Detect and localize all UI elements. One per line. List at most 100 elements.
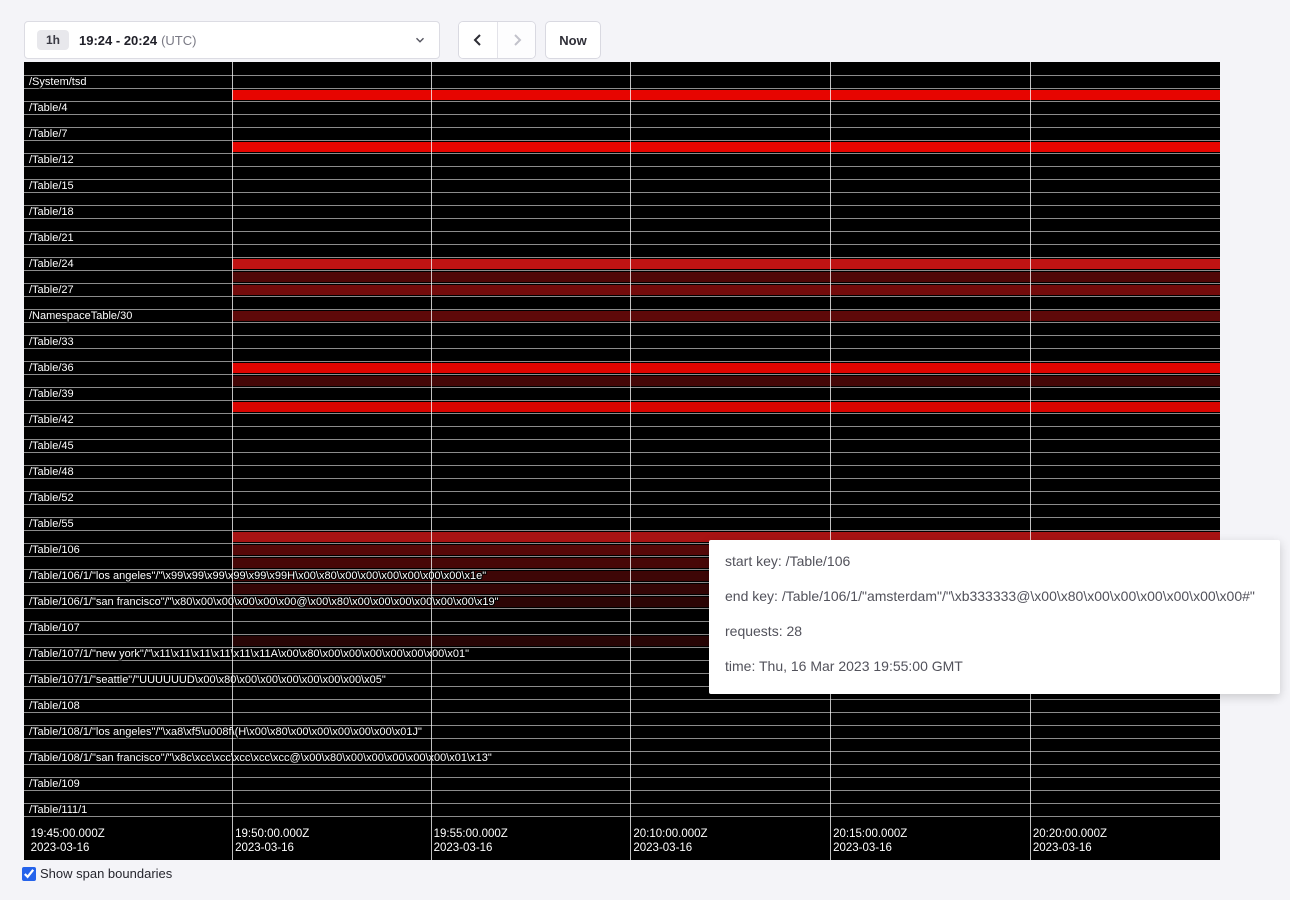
heatmap-bucket[interactable] xyxy=(24,374,1220,387)
heat-band xyxy=(232,285,1220,295)
heatmap-bucket[interactable] xyxy=(24,257,1220,270)
next-range-button[interactable] xyxy=(497,22,535,58)
heatmap-row[interactable]: /Table/24 xyxy=(24,257,1220,283)
heatmap-bucket[interactable] xyxy=(24,166,1220,179)
range-timezone: (UTC) xyxy=(161,33,196,48)
time-range-select[interactable]: 1h 19:24 - 20:24(UTC) xyxy=(24,21,440,59)
key-visualizer-canvas[interactable]: /System/tsd /Table/4 /Table/7 /Table/12 … xyxy=(24,62,1220,860)
heatmap-row[interactable]: /System/tsd xyxy=(24,75,1220,101)
heatmap-bucket[interactable] xyxy=(24,140,1220,153)
heatmap-bucket[interactable] xyxy=(24,738,1220,751)
heatmap-rows: /System/tsd /Table/4 /Table/7 /Table/12 … xyxy=(24,75,1220,829)
heatmap-bucket[interactable] xyxy=(24,764,1220,777)
time-axis-label: 20:10:00.000Z2023-03-16 xyxy=(633,827,707,855)
heatmap-bucket[interactable] xyxy=(24,803,1220,816)
heatmap-bucket[interactable] xyxy=(24,452,1220,465)
heatmap-row[interactable]: /NamespaceTable/30 xyxy=(24,309,1220,335)
row-label: /Table/108/1/"los angeles"/"\xa8\xf5\u00… xyxy=(29,725,422,739)
heatmap-bucket[interactable] xyxy=(24,699,1220,712)
row-label: /Table/4 xyxy=(29,101,68,115)
row-label: /Table/106/1/"san francisco"/"\x80\x00\x… xyxy=(29,595,499,609)
heatmap-bucket[interactable] xyxy=(24,504,1220,517)
heatmap-bucket[interactable] xyxy=(24,127,1220,140)
heatmap-bucket[interactable] xyxy=(24,283,1220,296)
heatmap-bucket[interactable] xyxy=(24,75,1220,88)
heatmap-row[interactable]: /Table/108/1/"san francisco"/"\x8c\xcc\x… xyxy=(24,751,1220,777)
heatmap-row[interactable]: /Table/27 xyxy=(24,283,1220,309)
heatmap-bucket[interactable] xyxy=(24,400,1220,413)
heat-band xyxy=(232,376,1220,386)
heatmap-bucket[interactable] xyxy=(24,244,1220,257)
row-label: /NamespaceTable/30 xyxy=(29,309,132,323)
heatmap-row[interactable]: /Table/7 xyxy=(24,127,1220,153)
heatmap-row[interactable]: /Table/42 xyxy=(24,413,1220,439)
heatmap-bucket[interactable] xyxy=(24,777,1220,790)
heatmap-row[interactable]: /Table/33 xyxy=(24,335,1220,361)
tooltip-time: time: Thu, 16 Mar 2023 19:55:00 GMT xyxy=(725,659,1264,674)
row-label: /Table/12 xyxy=(29,153,74,167)
key-visualizer-page: 1h 19:24 - 20:24(UTC) Now /System/tsd /T… xyxy=(0,0,1290,900)
heatmap-bucket[interactable] xyxy=(24,517,1220,530)
heatmap-bucket[interactable] xyxy=(24,491,1220,504)
heatmap-bucket[interactable] xyxy=(24,465,1220,478)
time-axis-label: 19:55:00.000Z2023-03-16 xyxy=(434,827,508,855)
heatmap-row[interactable]: /Table/15 xyxy=(24,179,1220,205)
heatmap-bucket[interactable] xyxy=(24,348,1220,361)
heatmap-row[interactable]: /Table/109 xyxy=(24,777,1220,803)
heatmap-bucket[interactable] xyxy=(24,101,1220,114)
heatmap-row[interactable]: /Table/108/1/"los angeles"/"\xa8\xf5\u00… xyxy=(24,725,1220,751)
heatmap-bucket[interactable] xyxy=(24,270,1220,283)
heatmap-row[interactable]: /Table/111/1 xyxy=(24,803,1220,829)
chevron-left-icon xyxy=(470,32,486,48)
heatmap-bucket[interactable] xyxy=(24,790,1220,803)
time-axis-label: 19:45:00.000Z2023-03-16 xyxy=(31,827,105,855)
heatmap-row[interactable]: /Table/36 xyxy=(24,361,1220,387)
heatmap-bucket[interactable] xyxy=(24,478,1220,491)
span-boundaries-toggle: Show span boundaries xyxy=(22,866,172,881)
heatmap-bucket[interactable] xyxy=(24,153,1220,166)
time-axis-label: 20:15:00.000Z2023-03-16 xyxy=(833,827,907,855)
heatmap-row[interactable]: /Table/12 xyxy=(24,153,1220,179)
heatmap-row[interactable]: /Table/18 xyxy=(24,205,1220,231)
heatmap-bucket[interactable] xyxy=(24,361,1220,374)
heatmap-bucket[interactable] xyxy=(24,114,1220,127)
heatmap-bucket[interactable] xyxy=(24,439,1220,452)
heatmap-bucket[interactable] xyxy=(24,192,1220,205)
row-label: /Table/52 xyxy=(29,491,74,505)
row-label: /Table/39 xyxy=(29,387,74,401)
heatmap-row[interactable]: /Table/108 xyxy=(24,699,1220,725)
row-label: /Table/55 xyxy=(29,517,74,531)
heatmap-bucket[interactable] xyxy=(24,309,1220,322)
heatmap-bucket[interactable] xyxy=(24,413,1220,426)
row-label: /Table/15 xyxy=(29,179,74,193)
heatmap-bucket[interactable] xyxy=(24,218,1220,231)
row-label: /Table/107/1/"new york"/"\x11\x11\x11\x1… xyxy=(29,647,469,661)
heatmap-row[interactable]: /Table/52 xyxy=(24,491,1220,517)
heatmap-bucket[interactable] xyxy=(24,88,1220,101)
heat-band xyxy=(232,259,1220,269)
heatmap-bucket[interactable] xyxy=(24,179,1220,192)
row-label: /Table/24 xyxy=(29,257,74,271)
now-button[interactable]: Now xyxy=(545,21,601,59)
heatmap-bucket[interactable] xyxy=(24,322,1220,335)
show-span-boundaries-checkbox[interactable] xyxy=(22,867,36,881)
heatmap-bucket[interactable] xyxy=(24,205,1220,218)
heatmap-bucket[interactable] xyxy=(24,426,1220,439)
heatmap-row[interactable]: /Table/48 xyxy=(24,465,1220,491)
heatmap-row[interactable]: /Table/4 xyxy=(24,101,1220,127)
heatmap-row[interactable]: /Table/39 xyxy=(24,387,1220,413)
prev-range-button[interactable] xyxy=(459,22,497,58)
heatmap-bucket[interactable] xyxy=(24,712,1220,725)
heatmap-bucket[interactable] xyxy=(24,296,1220,309)
heatmap-row[interactable]: /Table/21 xyxy=(24,231,1220,257)
row-label: /Table/48 xyxy=(29,465,74,479)
tooltip-start-key: start key: /Table/106 xyxy=(725,554,1264,569)
heatmap-bucket[interactable] xyxy=(24,335,1220,348)
span-tooltip: start key: /Table/106 end key: /Table/10… xyxy=(709,540,1280,694)
heatmap-row[interactable]: /Table/45 xyxy=(24,439,1220,465)
row-label: /Table/21 xyxy=(29,231,74,245)
heat-band xyxy=(232,142,1220,152)
heatmap-bucket[interactable] xyxy=(24,387,1220,400)
row-label: /Table/33 xyxy=(29,335,74,349)
heatmap-bucket[interactable] xyxy=(24,231,1220,244)
